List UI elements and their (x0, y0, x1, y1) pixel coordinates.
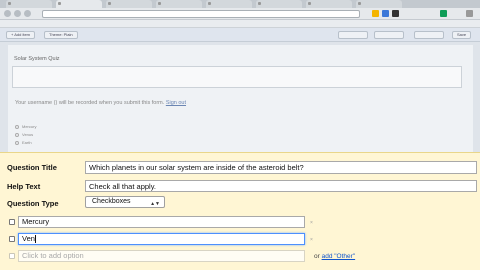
option-checkbox (9, 253, 15, 259)
reload-icon[interactable] (24, 10, 31, 17)
forward-icon[interactable] (14, 10, 21, 17)
browser-tab[interactable] (56, 0, 102, 8)
bookmarks-bar (0, 20, 480, 28)
browser-tab[interactable] (156, 0, 202, 8)
save-button[interactable]: Save (452, 31, 472, 39)
add-other-link[interactable]: add "Other" (322, 253, 356, 260)
wrench-icon[interactable] (466, 10, 473, 17)
form-preview (8, 45, 473, 152)
option-checkbox (9, 219, 15, 225)
sign-out-link[interactable]: Sign out (166, 100, 186, 106)
background-page: + Add item Theme: Plain Save Solar Syste… (0, 0, 480, 152)
extension-icon[interactable] (372, 10, 379, 17)
form-description[interactable] (12, 66, 462, 88)
question-title-label: Question Title (7, 163, 57, 172)
remove-option-icon[interactable]: × (310, 237, 313, 243)
option-checkbox (9, 236, 15, 242)
form-title[interactable]: Solar System Quiz (14, 56, 60, 62)
username-notice: Your username () will be recorded when y… (15, 100, 187, 106)
browser-tab[interactable] (206, 0, 252, 8)
add-item-button[interactable]: + Add item (6, 31, 36, 39)
add-option-input[interactable]: Click to add option (18, 250, 305, 262)
browser-tab[interactable] (356, 0, 402, 8)
option-input-mercury[interactable]: Mercury (18, 216, 305, 228)
help-text-label: Help Text (7, 182, 41, 191)
remove-option-icon[interactable]: × (310, 220, 313, 226)
dropdown-arrow-icon: ▲▼ (150, 201, 160, 207)
extension-icon[interactable] (392, 10, 399, 17)
option-input-venus[interactable]: Ven (18, 233, 305, 245)
add-other-row: or add "Other" (314, 253, 356, 260)
browser-tab[interactable] (6, 0, 52, 8)
question-title-input[interactable]: Which planets in our solar system are in… (85, 161, 477, 174)
toolbar-button[interactable] (374, 31, 404, 39)
help-text-input[interactable]: Check all that apply. (85, 180, 477, 192)
preview-option: Earth (15, 140, 32, 145)
question-type-select[interactable]: Checkboxes ▲▼ (85, 196, 165, 208)
browser-tab[interactable] (256, 0, 302, 8)
preview-option: Mercury (15, 124, 36, 129)
preview-option: Venus (15, 132, 33, 137)
text-cursor (34, 235, 36, 244)
question-type-label: Question Type (7, 199, 59, 208)
back-icon[interactable] (4, 10, 11, 17)
extension-icon[interactable] (382, 10, 389, 17)
extension-icon[interactable] (440, 10, 447, 17)
browser-tab[interactable] (106, 0, 152, 8)
theme-button[interactable]: Theme: Plain (44, 31, 78, 39)
address-bar[interactable] (42, 10, 360, 18)
browser-tab[interactable] (306, 0, 352, 8)
toolbar-button[interactable] (414, 31, 444, 39)
toolbar-button[interactable] (338, 31, 368, 39)
